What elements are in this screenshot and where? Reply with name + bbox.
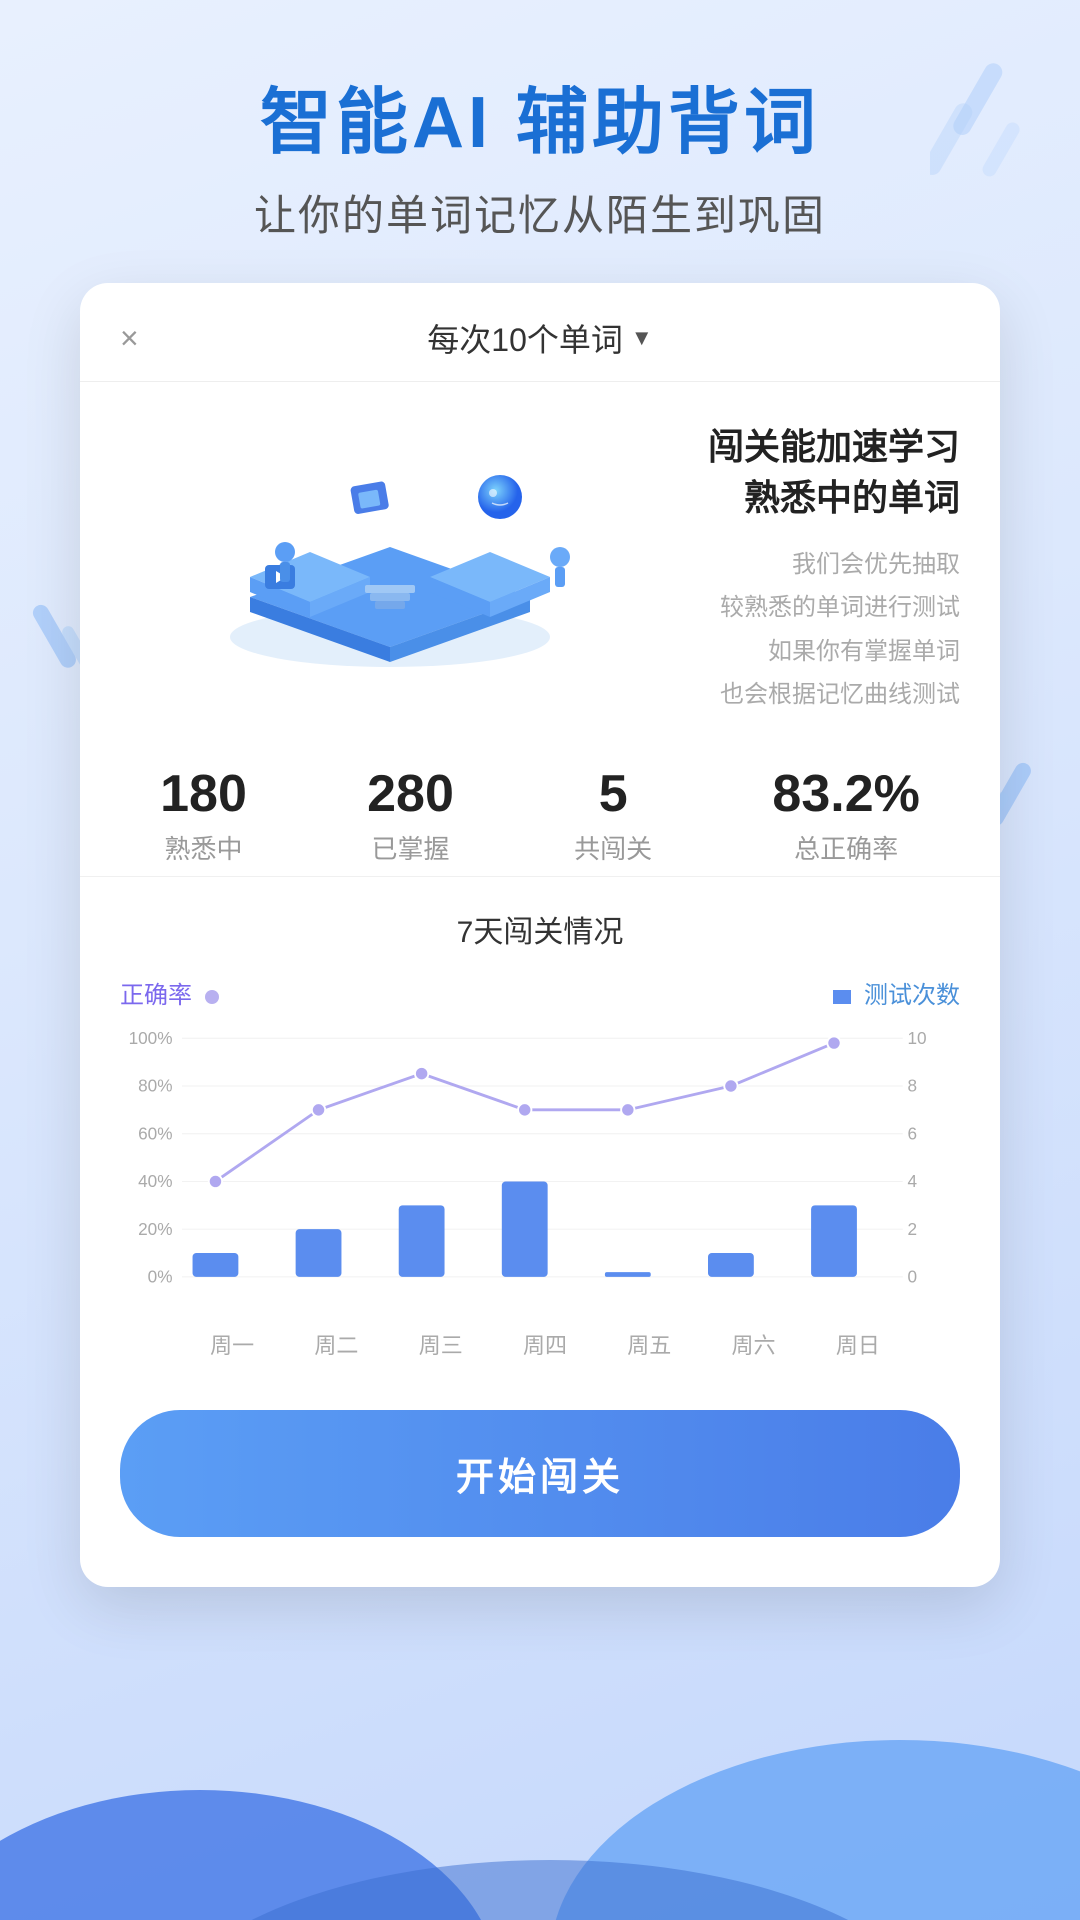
stat-levels-value: 5 (574, 766, 652, 823)
svg-text:0%: 0% (148, 1267, 173, 1287)
illustration-svg (120, 437, 660, 697)
stat-levels: 5 共闯关 (574, 766, 652, 866)
stat-familiar-value: 180 (160, 766, 247, 823)
stat-accuracy: 83.2% 总正确率 (772, 766, 919, 866)
description-area: 闯关能加速学习熟悉中的单词 我们会优先抽取 较熟悉的单词进行测试 如果你有掌握单… (680, 422, 960, 716)
sub-title: 让你的单词记忆从陌生到巩固 (0, 182, 1080, 243)
feature-description: 我们会优先抽取 较熟悉的单词进行测试 如果你有掌握单词 也会根据记忆曲线测试 (680, 543, 960, 716)
bottom-background-shape (0, 1640, 1080, 1920)
header-section: 智能AI 辅助背词 让你的单词记忆从陌生到巩固 (0, 0, 1080, 283)
stat-accuracy-value: 83.2% (772, 766, 919, 823)
legend-accuracy-label: 正确率 (120, 982, 192, 1009)
chart-section: 7天闯关情况 正确率 测试次数 100% 80% 60% 40% 20% 0% (80, 877, 1000, 1380)
stats-row: 180 熟悉中 280 已掌握 5 共闯关 83.2% 总正确率 (80, 736, 1000, 877)
svg-text:4: 4 (908, 1171, 918, 1191)
stat-familiar-label: 熟悉中 (160, 829, 247, 866)
svg-text:2: 2 (908, 1219, 918, 1239)
x-label-wed: 周三 (389, 1328, 493, 1360)
main-title-text: 智能AI 辅助背词 (260, 83, 820, 163)
svg-text:6: 6 (908, 1124, 918, 1144)
stat-mastered-value: 280 (367, 766, 454, 823)
x-label-tue: 周二 (284, 1328, 388, 1360)
legend-count-label: 测试次数 (864, 982, 960, 1009)
x-label-sat: 周六 (701, 1328, 805, 1360)
legend-count-rect (833, 990, 851, 1004)
svg-text:60%: 60% (138, 1124, 172, 1144)
svg-text:100%: 100% (129, 1028, 173, 1048)
svg-text:8: 8 (908, 1076, 918, 1096)
stat-familiar: 180 熟悉中 (160, 766, 247, 866)
card-body-top: 闯关能加速学习熟悉中的单词 我们会优先抽取 较熟悉的单词进行测试 如果你有掌握单… (80, 382, 1000, 736)
dropdown-arrow[interactable]: ▼ (631, 325, 653, 351)
legend-accuracy-dot (205, 990, 219, 1004)
svg-text:40%: 40% (138, 1171, 172, 1191)
svg-text:80%: 80% (138, 1076, 172, 1096)
svg-text:10: 10 (908, 1028, 927, 1048)
stat-accuracy-label: 总正确率 (772, 829, 919, 866)
chart-svg: 100% 80% 60% 40% 20% 0% 10 8 6 4 2 0 (120, 1020, 960, 1320)
card-header: × 每次10个单词 ▼ (80, 283, 1000, 382)
stat-levels-label: 共闯关 (574, 829, 652, 866)
svg-text:0: 0 (908, 1267, 918, 1287)
svg-text:20%: 20% (138, 1219, 172, 1239)
chart-title: 7天闯关情况 (120, 907, 960, 951)
chart-x-labels: 周一 周二 周三 周四 周五 周六 周日 (120, 1328, 960, 1360)
main-card: × 每次10个单词 ▼ (80, 283, 1000, 1587)
legend-count: 测试次数 (833, 975, 960, 1010)
stat-mastered: 280 已掌握 (367, 766, 454, 866)
main-title: 智能AI 辅助背词 (0, 80, 1080, 166)
bg-decoration-mid-right (990, 750, 1070, 870)
stat-mastered-label: 已掌握 (367, 829, 454, 866)
close-button[interactable]: × (120, 320, 139, 357)
feature-title: 闯关能加速学习熟悉中的单词 (680, 422, 960, 523)
legend-accuracy: 正确率 (120, 975, 219, 1010)
x-label-thu: 周四 (493, 1328, 597, 1360)
x-label-fri: 周五 (597, 1328, 701, 1360)
chart-area: 100% 80% 60% 40% 20% 0% 10 8 6 4 2 0 (120, 1020, 960, 1320)
x-label-sun: 周日 (806, 1328, 910, 1360)
start-button[interactable]: 开始闯关 (120, 1410, 960, 1537)
session-title: 每次10个单词 (427, 315, 623, 361)
x-label-mon: 周一 (180, 1328, 284, 1360)
illustration-area (120, 437, 660, 702)
chart-legend: 正确率 测试次数 (120, 975, 960, 1010)
